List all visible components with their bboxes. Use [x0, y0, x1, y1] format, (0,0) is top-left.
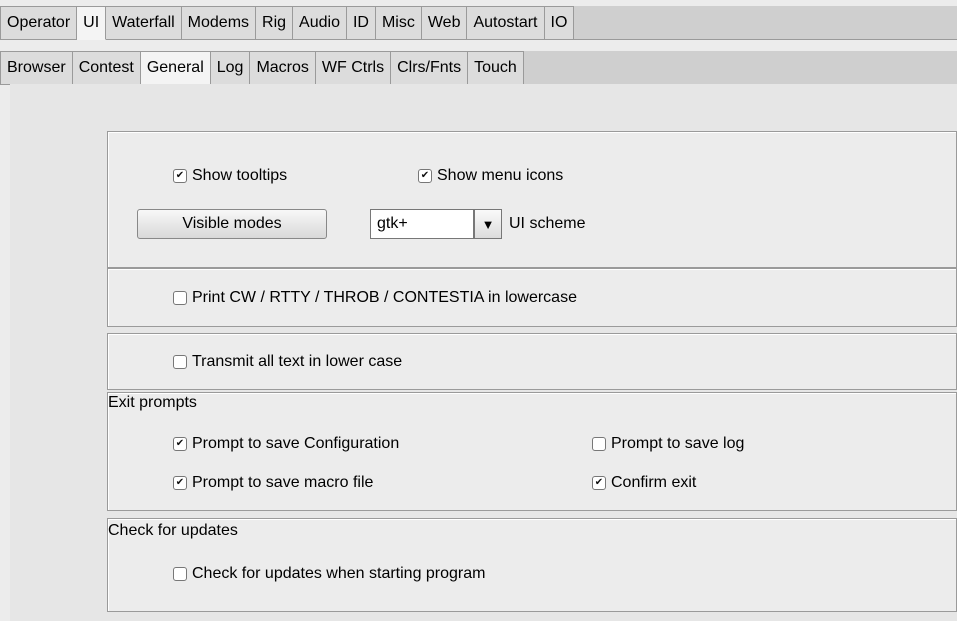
confirm-exit-label: Confirm exit	[611, 474, 697, 491]
tab-clrs-fnts[interactable]: Clrs/Fnts	[391, 51, 469, 84]
checkmark-icon: ✔	[173, 476, 187, 490]
checkmark-icon: ✔	[173, 437, 187, 451]
tab-autostart[interactable]: Autostart	[467, 6, 545, 39]
checkbox-box	[173, 291, 187, 305]
ui-subtab-bar: Browser Contest General Log Macros WF Ctrls Cl…	[0, 51, 957, 85]
main-tab-bar: Operator UI Waterfall Modems Rig Audio ID Misc W…	[0, 6, 957, 40]
checkmark-icon: ✔	[592, 476, 606, 490]
tab-contest[interactable]: Contest	[72, 51, 141, 84]
print-lowercase-checkbox[interactable]: Print CW / RTTY / THROB / CONTESTIA in l…	[173, 289, 577, 307]
checkbox-box	[173, 355, 187, 369]
transmit-lowercase-label: Transmit all text in lower case	[192, 353, 403, 370]
prompt-save-config-checkbox[interactable]: ✔ Prompt to save Configuration	[173, 435, 399, 453]
checkmark-icon: ✔	[173, 169, 187, 183]
general-options-group: ✔ Show tooltips ✔ Show menu icons Visibl…	[107, 131, 957, 268]
tab-touch[interactable]: Touch	[468, 51, 524, 84]
tab-wf-ctrls[interactable]: WF Ctrls	[315, 51, 392, 84]
updates-title: Check for updates	[108, 522, 238, 539]
show-tooltips-label: Show tooltips	[192, 167, 288, 184]
prompt-save-config-label: Prompt to save Configuration	[192, 435, 400, 452]
transmit-lowercase-checkbox[interactable]: Transmit all text in lower case	[173, 353, 402, 371]
tab-waterfall[interactable]: Waterfall	[106, 6, 182, 39]
tab-bar-filler	[574, 6, 957, 39]
lowercase-transmit-group: Transmit all text in lower case	[107, 333, 957, 390]
tab-ui[interactable]: UI	[77, 6, 107, 40]
tab-bar-filler	[523, 51, 957, 84]
confirm-exit-checkbox[interactable]: ✔ Confirm exit	[592, 474, 696, 492]
prompt-save-log-label: Prompt to save log	[611, 435, 745, 452]
tab-general[interactable]: General	[140, 51, 211, 85]
ui-scheme-select[interactable]: gtk+	[370, 209, 474, 239]
visible-modes-button[interactable]: Visible modes	[137, 209, 327, 239]
print-lowercase-label: Print CW / RTTY / THROB / CONTESTIA in l…	[192, 289, 577, 306]
tab-browser[interactable]: Browser	[0, 51, 73, 84]
updates-group: Check for updates Check for updates when…	[107, 518, 957, 612]
checkbox-box	[592, 437, 606, 451]
tab-web[interactable]: Web	[421, 6, 468, 39]
tab-misc[interactable]: Misc	[375, 6, 422, 39]
checkbox-box	[173, 567, 187, 581]
ui-scheme-label: UI scheme	[509, 215, 586, 232]
triangle-down-icon[interactable]: ▼	[474, 209, 502, 239]
tab-macros[interactable]: Macros	[250, 51, 316, 84]
tab-rig[interactable]: Rig	[256, 6, 294, 39]
show-menu-icons-checkbox[interactable]: ✔ Show menu icons	[418, 167, 563, 185]
general-panel: ✔ Show tooltips ✔ Show menu icons Visibl…	[10, 84, 957, 621]
tab-modems[interactable]: Modems	[181, 6, 257, 39]
check-updates-checkbox[interactable]: Check for updates when starting program	[173, 565, 485, 583]
exit-prompts-group: Exit prompts ✔ Prompt to save Configurat…	[107, 392, 957, 511]
show-menu-icons-label: Show menu icons	[437, 167, 564, 184]
checkmark-icon: ✔	[418, 169, 432, 183]
exit-prompts-title: Exit prompts	[108, 394, 197, 411]
tab-operator[interactable]: Operator	[0, 6, 78, 39]
lowercase-print-group: Print CW / RTTY / THROB / CONTESTIA in l…	[107, 268, 957, 327]
check-updates-label: Check for updates when starting program	[192, 565, 486, 582]
prompt-save-macro-checkbox[interactable]: ✔ Prompt to save macro file	[173, 474, 373, 492]
tab-io[interactable]: IO	[544, 6, 575, 39]
tab-audio[interactable]: Audio	[293, 6, 347, 39]
tab-id[interactable]: ID	[346, 6, 376, 39]
tab-log[interactable]: Log	[210, 51, 251, 84]
show-tooltips-checkbox[interactable]: ✔ Show tooltips	[173, 167, 287, 185]
prompt-save-macro-label: Prompt to save macro file	[192, 474, 374, 491]
prompt-save-log-checkbox[interactable]: Prompt to save log	[592, 435, 744, 453]
